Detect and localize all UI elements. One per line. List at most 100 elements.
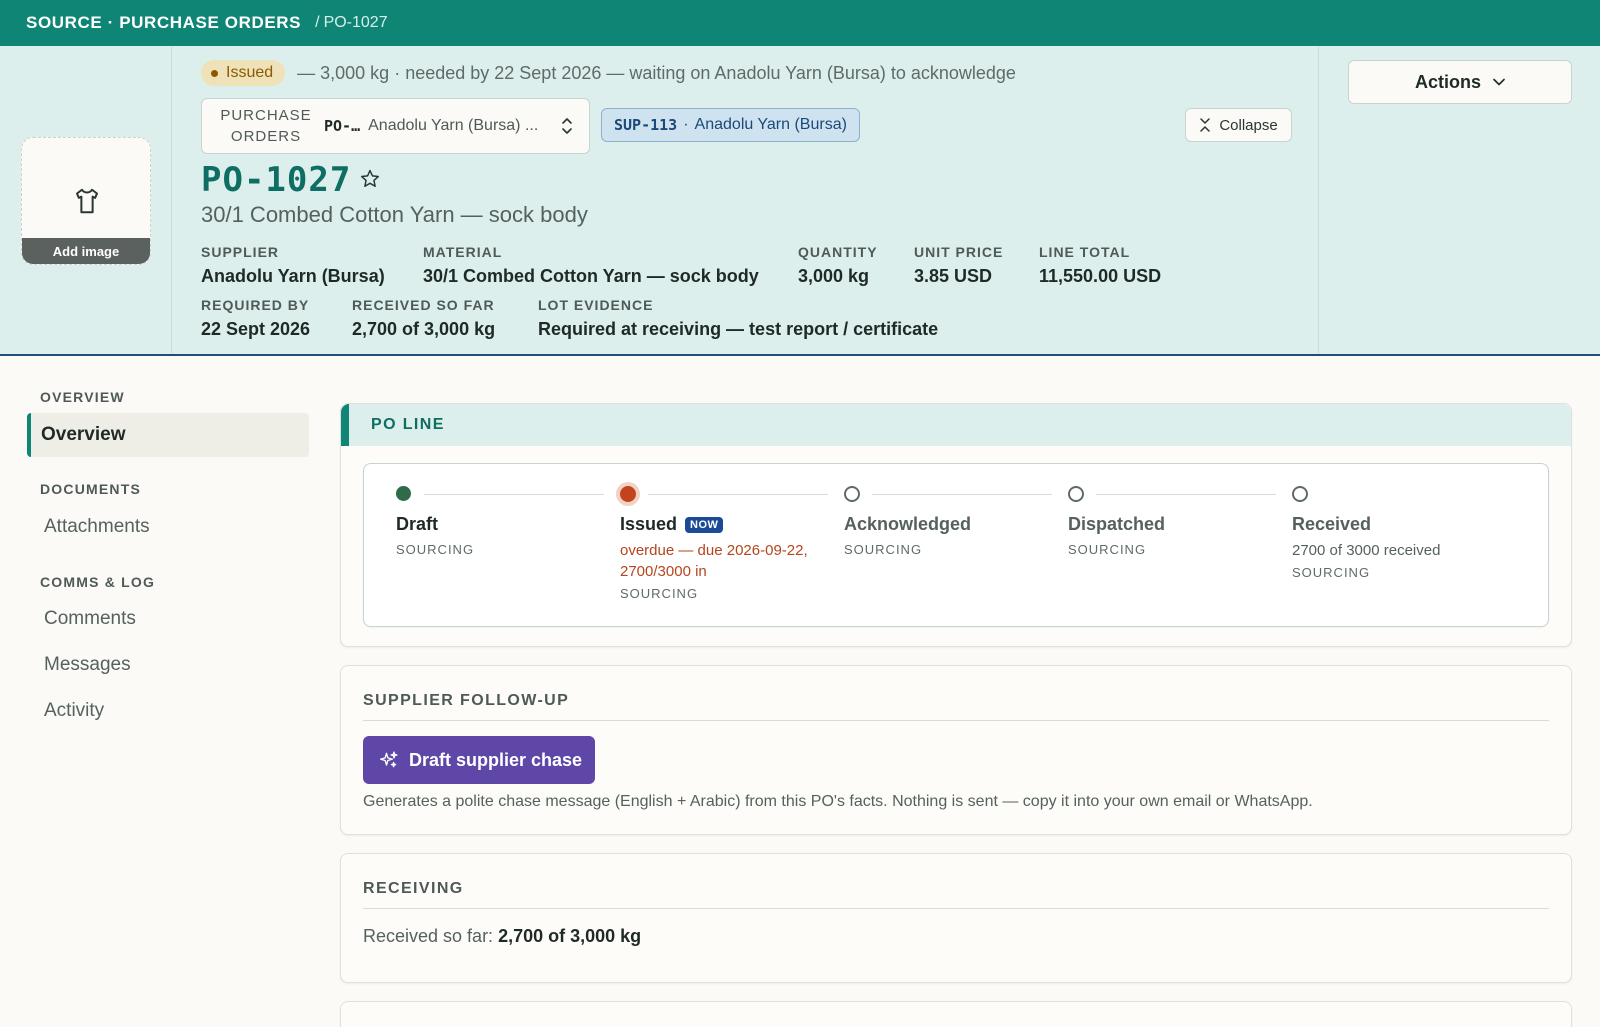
breadcrumb-root[interactable]: SOURCE · PURCHASE ORDERS — [26, 13, 301, 33]
step-current-icon — [620, 486, 636, 502]
step-connector — [424, 494, 604, 495]
nav-section-overview: OVERVIEW — [40, 389, 125, 405]
step-role: SOURCING — [620, 586, 699, 601]
step-role: SOURCING — [1068, 542, 1147, 557]
field-lot-evidence: LOT EVIDENCE Required at receiving — tes… — [538, 297, 938, 340]
field-unit-price: UNIT PRICE 3.85 USD — [914, 244, 1003, 287]
field-line-total: LINE TOTAL 11,550.00 USD — [1039, 244, 1161, 287]
field-label: RECEIVED SO FAR — [352, 297, 495, 313]
step-title: Received — [1292, 514, 1372, 534]
draft-supplier-chase-button[interactable]: Draft supplier chase — [363, 736, 595, 784]
step-connector — [648, 494, 828, 495]
step-title-label: Issued — [620, 514, 678, 534]
followup-title: SUPPLIER FOLLOW-UP — [363, 692, 570, 709]
field-supplier: SUPPLIER Anadolu Yarn (Bursa) — [201, 244, 385, 287]
field-value: 2,700 of 3,000 kg — [352, 319, 496, 339]
step-connector — [872, 494, 1052, 495]
field-value: 22 Sept 2026 — [201, 319, 311, 339]
record-select[interactable]: PURCHASE ORDERS PO-… Anadolu Yarn (Bursa… — [201, 98, 590, 154]
collapse-button[interactable]: Collapse — [1185, 108, 1292, 142]
next-card — [340, 1001, 1572, 1027]
collapse-icon — [1200, 118, 1211, 132]
step-detail-line: overdue — due 2026-09-22, — [620, 542, 808, 559]
step-done-icon — [396, 486, 411, 501]
step-detail-line: 2700/3000 in — [620, 563, 707, 580]
nav-section-comms: COMMS & LOG — [40, 574, 156, 590]
page-title: PO-1027 — [201, 160, 352, 200]
step-detail: 2700 of 3000 received — [1292, 542, 1441, 559]
now-badge: NOW — [685, 516, 724, 533]
divider — [363, 720, 1549, 721]
field-label: LINE TOTAL — [1039, 244, 1131, 260]
nav-item-messages[interactable]: Messages — [44, 654, 131, 676]
actions-button-label: Actions — [1414, 71, 1481, 92]
nav-item-overview[interactable]: Overview — [27, 413, 309, 457]
record-select-name: Anadolu Yarn (Bursa) ... — [368, 117, 539, 134]
actions-button[interactable]: Actions — [1348, 60, 1572, 104]
field-value: Required at receiving — test report / ce… — [538, 319, 939, 339]
nav-item-comments[interactable]: Comments — [44, 608, 136, 630]
record-select-label: PURCHASE ORDERS — [220, 107, 312, 145]
status-row: Issued — 3,000 kg · needed by 22 Sept 20… — [201, 60, 1016, 86]
step-pending-icon — [1292, 486, 1308, 502]
star-icon[interactable] — [359, 168, 381, 190]
field-value: Anadolu Yarn (Bursa) — [201, 266, 385, 286]
step-title: Draft — [396, 514, 439, 534]
field-label: QUANTITY — [798, 244, 878, 260]
nav-item-attachments[interactable]: Attachments — [44, 516, 150, 538]
field-value: 30/1 Combed Cotton Yarn — sock body — [423, 266, 759, 286]
step-role: SOURCING — [1292, 565, 1371, 580]
status-dot-icon — [211, 69, 218, 77]
nav-item-activity[interactable]: Activity — [44, 700, 104, 722]
breadcrumb-current: PO-1027 — [323, 14, 388, 31]
field-material: MATERIAL 30/1 Combed Cotton Yarn — sock … — [423, 244, 759, 287]
breadcrumb-separator: / — [315, 14, 320, 31]
step-title: Acknowledged — [844, 514, 972, 534]
chevron-down-icon — [1493, 78, 1505, 86]
status-summary: — 3,000 kg · needed by 22 Sept 2026 — wa… — [297, 62, 1016, 83]
sparkles-icon — [380, 751, 398, 768]
field-value: 3.85 USD — [914, 266, 993, 286]
step-title: Issued NOW — [620, 514, 724, 535]
supplier-followup-card: SUPPLIER FOLLOW-UP Draft supplier chase … — [340, 665, 1572, 835]
add-image-tile[interactable]: Add image — [21, 137, 151, 265]
field-label: UNIT PRICE — [914, 244, 1004, 260]
collapse-button-label: Collapse — [1219, 116, 1278, 134]
step-detail: overdue — due 2026-09-22, 2700/3000 in — [620, 540, 808, 582]
received-so-far: Received so far: 2,700 of 3,000 kg — [363, 926, 641, 947]
field-value: 11,550.00 USD — [1039, 266, 1162, 286]
status-badge-label: Issued — [226, 64, 274, 81]
status-badge: Issued — [201, 60, 286, 86]
field-required-by: REQUIRED BY 22 Sept 2026 — [201, 297, 310, 340]
supplier-chip[interactable]: SUP-113 · Anadolu Yarn (Bursa) — [601, 108, 860, 142]
chase-help-text: Generates a polite chase message (Englis… — [363, 793, 1313, 810]
received-so-far-value: 2,700 of 3,000 kg — [498, 926, 642, 946]
supplier-chip-code: SUP-113 — [614, 116, 678, 134]
po-line-card: PO LINE Draft SOURCING Issued NOW overdu… — [340, 403, 1572, 647]
tshirt-icon — [76, 188, 98, 214]
field-label: MATERIAL — [423, 244, 503, 260]
field-value: 3,000 kg — [798, 266, 870, 286]
supplier-chip-separator: · — [683, 116, 689, 133]
po-status-stepper: Draft SOURCING Issued NOW overdue — due … — [363, 463, 1549, 627]
field-quantity: QUANTITY 3,000 kg — [798, 244, 878, 287]
field-label: REQUIRED BY — [201, 297, 310, 313]
step-role: SOURCING — [844, 542, 923, 557]
receiving-title: RECEIVING — [363, 880, 464, 897]
supplier-chip-name: Anadolu Yarn (Bursa) — [694, 116, 847, 133]
draft-supplier-chase-label: Draft supplier chase — [409, 749, 583, 770]
nav-section-documents: DOCUMENTS — [40, 481, 142, 497]
step-title: Dispatched — [1068, 514, 1166, 534]
step-role: SOURCING — [396, 542, 475, 557]
po-line-header: PO LINE — [341, 404, 1571, 446]
po-line-title: PO LINE — [371, 416, 445, 433]
divider — [363, 908, 1549, 909]
add-image-label: Add image — [22, 238, 150, 264]
record-header: Add image Issued — 3,000 kg · needed by … — [0, 46, 1600, 356]
top-bar: SOURCE · PURCHASE ORDERS / PO-1027 — [0, 0, 1600, 46]
page-subtitle: 30/1 Combed Cotton Yarn — sock body — [201, 202, 588, 227]
chevron-up-down-icon — [562, 118, 572, 134]
field-label: SUPPLIER — [201, 244, 280, 260]
step-pending-icon — [844, 486, 860, 502]
field-label: LOT EVIDENCE — [538, 297, 654, 313]
